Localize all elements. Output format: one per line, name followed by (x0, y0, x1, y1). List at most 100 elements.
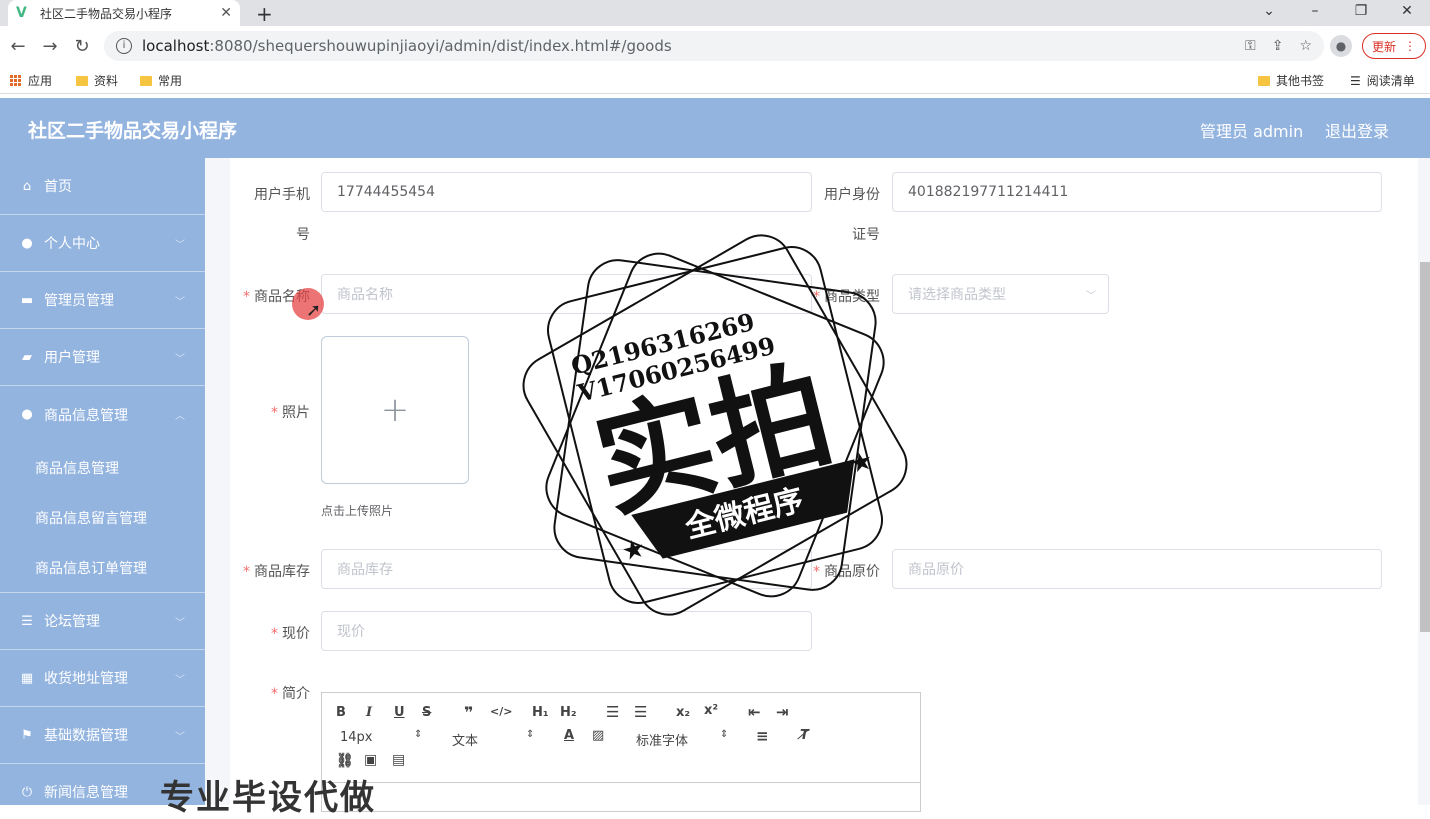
bookmark-other[interactable]: 其他书签 (1258, 72, 1324, 89)
reload-icon[interactable]: ↻ (66, 36, 98, 57)
sidebar-item-users[interactable]: ▰ 用户管理 ﹀ (0, 329, 205, 386)
h1-icon[interactable]: H₁ (532, 705, 549, 720)
site-info-icon[interactable]: i (116, 38, 132, 54)
font-color-icon[interactable]: A (564, 728, 574, 743)
link-icon[interactable]: ⛓ (336, 753, 354, 769)
tab-search-icon[interactable]: ⌄ (1246, 0, 1292, 22)
sidebar-item-address[interactable]: ▦ 收货地址管理 ﹀ (0, 650, 205, 707)
indent-icon[interactable]: ⇥ (776, 703, 789, 721)
plus-icon: + (380, 390, 410, 430)
url-host: localhost (142, 37, 210, 55)
font-size-select[interactable]: 14px (340, 730, 373, 745)
star-icon[interactable]: ☆ (1299, 38, 1312, 54)
back-icon[interactable]: ← (2, 36, 34, 57)
superscript-icon[interactable]: x² (704, 703, 718, 718)
bookmarks-bar: 应用 资料 常用 其他书签 ☰ 阅读清单 (0, 66, 1430, 94)
folder-icon (1258, 75, 1270, 86)
font-family-select[interactable]: 标准字体 (636, 730, 688, 749)
app-title: 社区二手物品交易小程序 (28, 120, 238, 142)
forward-icon[interactable]: → (34, 36, 66, 57)
text-type-select[interactable]: 文本 (452, 730, 478, 749)
intro-label: * 简介 (271, 686, 310, 702)
code-icon[interactable]: </> (490, 705, 512, 718)
tab-title: 社区二手物品交易小程序 (40, 6, 173, 21)
chevron-down-icon: ﹀ (175, 617, 185, 629)
bullet-list-icon[interactable]: ☰ (634, 703, 647, 721)
sidebar-subitem-goods[interactable]: 商品信息管理 (0, 443, 205, 493)
updown-icon: ⇕ (720, 729, 729, 740)
outdent-icon[interactable]: ⇤ (748, 703, 761, 721)
flag-icon: ⚑ (21, 727, 33, 743)
close-tab-icon[interactable]: ✕ (220, 5, 232, 21)
user-icon: ● (21, 407, 33, 422)
folder-icon (76, 75, 88, 86)
photo-upload[interactable]: + (321, 336, 469, 484)
chevron-down-icon: ﹀ (175, 674, 185, 686)
image-icon[interactable]: ▣ (364, 752, 377, 768)
rich-text-editor[interactable]: B I U S ❞ </> H₁ H₂ ☰ ☰ x₂ x² ⇤ ⇥ 14px ⇕… (321, 692, 921, 812)
app-header: 社区二手物品交易小程序 管理员 admin 退出登录 (0, 98, 1430, 158)
photo-label: * 照片 (271, 405, 310, 421)
goods-type-select[interactable]: 请选择商品类型 ﹀ (892, 274, 1109, 314)
idcard-field[interactable]: 401882197711214411 (892, 172, 1382, 212)
phone-field[interactable]: 17744455454 (321, 172, 812, 212)
list-icon: ☰ (21, 613, 33, 629)
subscript-icon[interactable]: x₂ (676, 705, 690, 720)
chevron-down-icon: ﹀ (175, 353, 185, 365)
more-icon[interactable]: ⋮ (1404, 39, 1416, 53)
page-scrollbar[interactable] (1420, 262, 1430, 632)
sidebar-item-basedata[interactable]: ⚑ 基础数据管理 ﹀ (0, 707, 205, 764)
background-color-icon[interactable]: ▨ (592, 728, 604, 743)
underline-icon[interactable]: U (394, 705, 405, 720)
phone-label: 用户手机 (254, 187, 310, 203)
power-icon: ⏻ (21, 784, 33, 800)
sidebar-item-admins[interactable]: ▬ 管理员管理 ﹀ (0, 272, 205, 329)
sidebar-subitem-goods-orders[interactable]: 商品信息订单管理 (0, 543, 205, 593)
profile-icon[interactable]: ● (1330, 35, 1352, 57)
minimize-icon[interactable]: – (1292, 0, 1338, 22)
vue-logo-icon: V (16, 5, 27, 21)
mouse-pointer-icon: ➚ (306, 300, 322, 321)
sidebar-item-goods[interactable]: ● 商品信息管理 ︿ (0, 386, 205, 443)
clear-format-icon[interactable]: T̸ (800, 728, 809, 743)
ordered-list-icon[interactable]: ☰ (606, 703, 619, 721)
chevron-down-icon: ﹀ (175, 296, 185, 308)
key-icon[interactable]: ⚿ (1245, 38, 1256, 54)
price-label: * 现价 (271, 626, 310, 642)
chevron-down-icon: ﹀ (175, 731, 185, 743)
bookmark-reading-list[interactable]: ☰ 阅读清单 (1350, 72, 1415, 89)
h2-icon[interactable]: H₂ (560, 705, 577, 720)
sidebar-item-personal[interactable]: ● 个人中心 ﹀ (0, 215, 205, 272)
update-button[interactable]: 更新 ⋮ (1362, 33, 1426, 59)
idcard-label: 用户身份 (824, 187, 880, 203)
updown-icon: ⇕ (526, 729, 535, 740)
bookmark-folder-ziliao[interactable]: 资料 (76, 72, 118, 89)
strike-icon[interactable]: S (422, 705, 431, 720)
orig-price-input[interactable]: 商品原价 (892, 549, 1382, 589)
quote-icon[interactable]: ❞ (464, 703, 473, 722)
apps-icon (10, 74, 22, 87)
new-tab-icon[interactable]: + (256, 2, 273, 26)
sidebar-subitem-goods-comments[interactable]: 商品信息留言管理 (0, 493, 205, 543)
align-icon[interactable]: ≡ (756, 727, 769, 745)
sidebar-item-forum[interactable]: ☰ 论坛管理 ﹀ (0, 593, 205, 650)
italic-icon[interactable]: I (366, 705, 372, 720)
share-icon[interactable]: ⇪ (1272, 38, 1284, 54)
video-icon[interactable]: ▤ (392, 752, 405, 768)
reading-list-icon: ☰ (1350, 73, 1361, 88)
close-window-icon[interactable]: ✕ (1384, 0, 1430, 22)
sidebar-item-home[interactable]: ⌂ 首页 (0, 158, 205, 215)
briefcase-icon: ▬ (20, 292, 34, 308)
url-input[interactable]: i localhost:8080/shequershouwupinjiaoyi/… (104, 31, 1324, 61)
browser-tab[interactable]: V 社区二手物品交易小程序 ✕ (8, 0, 240, 26)
grid-icon: ▦ (20, 670, 34, 686)
ticket-icon: ▰ (22, 349, 32, 365)
stock-label: * 商品库存 (243, 564, 310, 580)
bookmark-folder-changyong[interactable]: 常用 (140, 72, 182, 89)
address-bar: ← → ↻ i localhost:8080/shequershouwupinj… (0, 26, 1430, 66)
bold-icon[interactable]: B (336, 705, 346, 720)
upload-tip: 点击上传照片 (321, 504, 394, 518)
logout-link[interactable]: 退出登录 (1325, 118, 1389, 142)
restore-icon[interactable]: ❐ (1338, 0, 1384, 22)
bookmark-apps[interactable]: 应用 (10, 72, 52, 89)
